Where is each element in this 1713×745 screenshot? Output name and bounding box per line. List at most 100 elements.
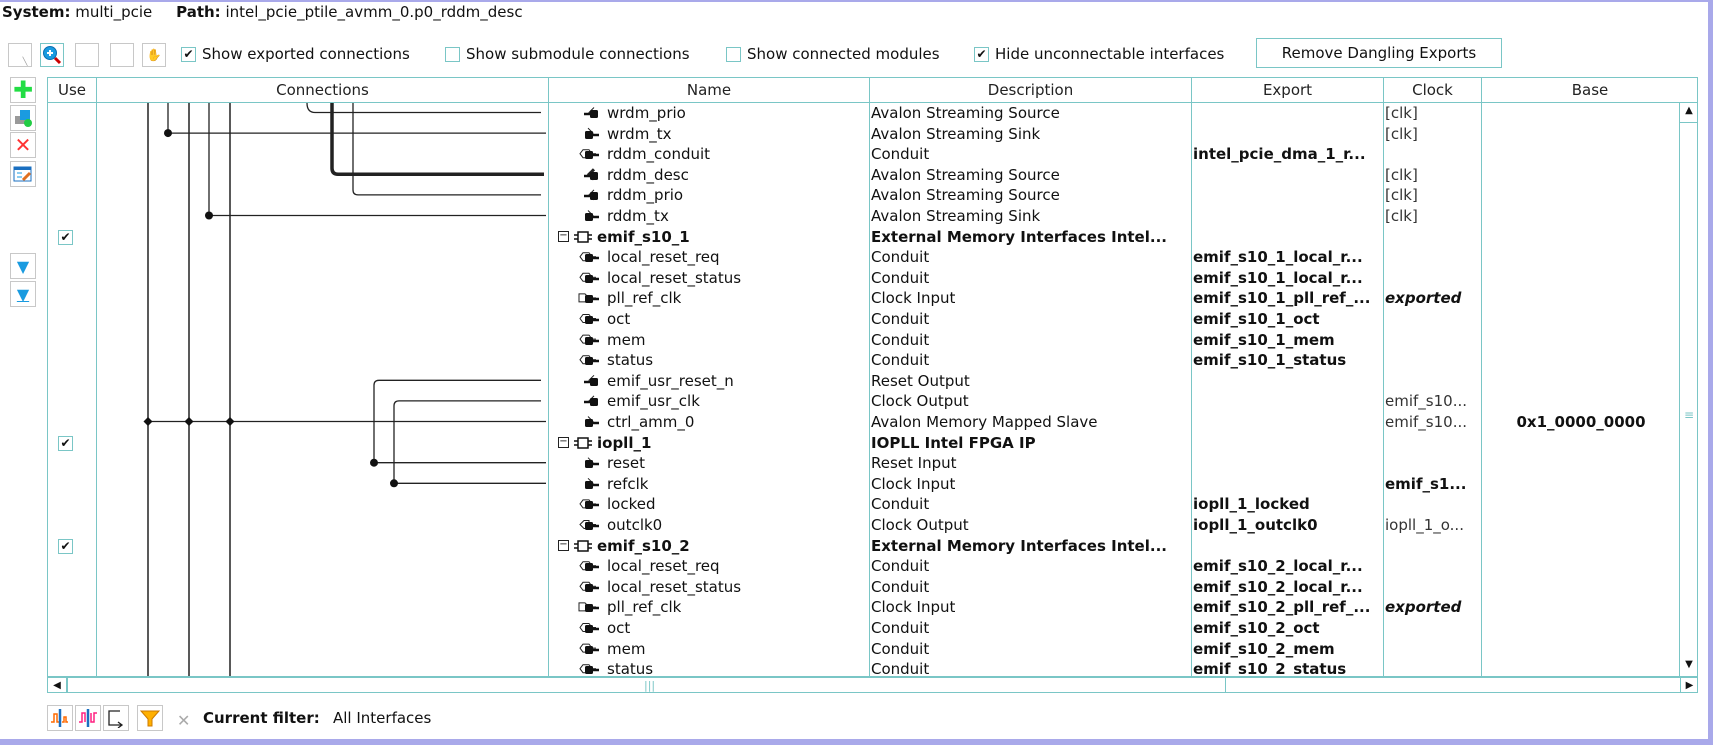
- interface-row[interactable]: local_reset_req Conduit emif_s10_2_local_r…: [48, 556, 1679, 577]
- column-header-base[interactable]: Base: [1482, 78, 1698, 103]
- interface-row[interactable]: mem Conduit emif_s10_1_mem: [48, 330, 1679, 351]
- scroll-thumb-grip[interactable]: ≡: [1680, 408, 1698, 422]
- interface-row[interactable]: locked Conduit iopll_1_locked: [48, 494, 1679, 515]
- clock-value[interactable]: [clk]: [1385, 185, 1481, 205]
- use-checkbox[interactable]: ✔: [58, 538, 73, 554]
- collapse-toggle-icon[interactable]: −: [558, 539, 569, 551]
- scroll-left-arrow[interactable]: ◀: [48, 678, 68, 693]
- clock-value[interactable]: emif_s10...: [1385, 412, 1481, 432]
- hide-unconnectable-interfaces-checkbox[interactable]: ✔ Hide unconnectable interfaces: [974, 45, 1224, 63]
- interface-row[interactable]: status Conduit emif_s10_1_status: [48, 350, 1679, 371]
- clock-value[interactable]: [clk]: [1385, 165, 1481, 185]
- blank-tool-button-2[interactable]: [110, 43, 134, 67]
- column-header-clock[interactable]: Clock: [1384, 78, 1482, 103]
- export-name[interactable]: emif_s10_1_local_r...: [1193, 268, 1363, 288]
- move-down-button[interactable]: ▼: [10, 253, 36, 279]
- interface-row[interactable]: rddm_prio Avalon Streaming Source [clk]: [48, 185, 1679, 206]
- clock-filter-button[interactable]: [47, 705, 73, 731]
- export-name[interactable]: emif_s10_2_pll_ref_...: [1193, 597, 1370, 617]
- export-name[interactable]: emif_s10_2_status: [1193, 659, 1346, 676]
- blank-tool-button-1[interactable]: [75, 43, 99, 67]
- module-row[interactable]: ✔ − emif_s10_2 External Memory Interfaces I…: [48, 536, 1679, 557]
- clock-value[interactable]: exported: [1385, 288, 1481, 308]
- column-header-name[interactable]: Name: [549, 78, 870, 103]
- interface-row[interactable]: oct Conduit emif_s10_1_oct: [48, 309, 1679, 330]
- export-name[interactable]: emif_s10_1_oct: [1193, 309, 1320, 329]
- add-instance-button[interactable]: [10, 105, 36, 131]
- interface-row[interactable]: mem Conduit emif_s10_2_mem: [48, 639, 1679, 660]
- column-header-export[interactable]: Export: [1192, 78, 1384, 103]
- use-checkbox[interactable]: ✔: [58, 435, 73, 451]
- column-header-connections[interactable]: Connections: [97, 78, 549, 103]
- interface-row[interactable]: wrdm_tx Avalon Streaming Sink [clk]: [48, 124, 1679, 145]
- collapse-toggle-icon[interactable]: −: [558, 436, 569, 448]
- interface-description: Clock Output: [871, 392, 969, 411]
- interface-row[interactable]: rddm_tx Avalon Streaming Sink [clk]: [48, 206, 1679, 227]
- scroll-thumb-grip[interactable]: |||: [644, 678, 655, 693]
- collapse-toggle-icon[interactable]: −: [558, 230, 569, 242]
- module-row[interactable]: ✔ − emif_s10_1 External Memory Interfaces I…: [48, 227, 1679, 248]
- interface-row[interactable]: local_reset_status Conduit emif_s10_2_loca…: [48, 577, 1679, 598]
- export-name[interactable]: emif_s10_2_mem: [1193, 639, 1335, 659]
- select-tool-button[interactable]: ╲: [8, 43, 32, 67]
- add-button[interactable]: ✚: [10, 77, 36, 103]
- clock-value[interactable]: exported: [1385, 597, 1481, 617]
- horizontal-scrollbar[interactable]: ◀ ||| ▶: [48, 676, 1698, 693]
- interface-row[interactable]: rddm_desc Avalon Streaming Source [clk]: [48, 165, 1679, 186]
- checkbox-label: Show exported connections: [202, 45, 410, 63]
- interface-row[interactable]: emif_usr_reset_n Reset Output: [48, 371, 1679, 392]
- export-name[interactable]: emif_s10_1_mem: [1193, 330, 1335, 350]
- use-checkbox[interactable]: ✔: [58, 229, 73, 245]
- export-name[interactable]: emif_s10_1_pll_ref_...: [1193, 288, 1370, 308]
- show-connected-modules-checkbox[interactable]: Show connected modules: [726, 45, 940, 63]
- column-header-description[interactable]: Description: [870, 78, 1192, 103]
- filter-button[interactable]: [137, 705, 163, 731]
- clock-value[interactable]: emif_s10...: [1385, 391, 1481, 411]
- base-address[interactable]: 0x1_0000_0000: [1482, 412, 1679, 432]
- scroll-up-arrow[interactable]: ▲: [1680, 105, 1698, 123]
- clear-filter-icon[interactable]: ✕: [177, 711, 190, 730]
- show-submodule-connections-checkbox[interactable]: Show submodule connections: [445, 45, 690, 63]
- remove-button[interactable]: ✕: [10, 132, 36, 158]
- scroll-down-arrow[interactable]: ▼: [1680, 659, 1698, 675]
- interface-row[interactable]: wrdm_prio Avalon Streaming Source [clk]: [48, 103, 1679, 124]
- zoom-tool-button[interactable]: [40, 43, 64, 67]
- interface-row[interactable]: local_reset_status Conduit emif_s10_1_loca…: [48, 268, 1679, 289]
- interface-row[interactable]: reset Reset Input: [48, 453, 1679, 474]
- interface-row[interactable]: status Conduit emif_s10_2_status: [48, 659, 1679, 676]
- edit-button[interactable]: [10, 161, 36, 187]
- clock-value[interactable]: [clk]: [1385, 206, 1481, 226]
- vertical-scrollbar[interactable]: ▲ ≡ ▼: [1679, 103, 1698, 676]
- interface-row[interactable]: pll_ref_clk Clock Input emif_s10_2_pll_ref…: [48, 597, 1679, 618]
- pan-tool-button[interactable]: ✋: [142, 43, 166, 67]
- interface-row[interactable]: pll_ref_clk Clock Input emif_s10_1_pll_ref…: [48, 288, 1679, 309]
- interface-row[interactable]: oct Conduit emif_s10_2_oct: [48, 618, 1679, 639]
- interface-row[interactable]: emif_usr_clk Clock Output emif_s10...: [48, 391, 1679, 412]
- clock-value[interactable]: emif_s1...: [1385, 474, 1481, 494]
- export-name[interactable]: intel_pcie_dma_1_r...: [1193, 144, 1366, 164]
- reset-filter-button[interactable]: [75, 705, 101, 731]
- module-row[interactable]: ✔ − iopll_1 IOPLL Intel FPGA IP: [48, 433, 1679, 454]
- clock-value[interactable]: iopll_1_o...: [1385, 515, 1481, 535]
- show-exported-connections-checkbox[interactable]: ✔ Show exported connections: [181, 45, 410, 63]
- move-bottom-button[interactable]: ▼: [10, 281, 36, 307]
- export-name[interactable]: iopll_1_locked: [1193, 494, 1310, 514]
- interface-row[interactable]: refclk Clock Input emif_s1...: [48, 474, 1679, 495]
- clock-value[interactable]: [clk]: [1385, 103, 1481, 123]
- export-name[interactable]: iopll_1_outclk0: [1193, 515, 1318, 535]
- interface-row[interactable]: local_reset_req Conduit emif_s10_1_local_r…: [48, 247, 1679, 268]
- export-name[interactable]: emif_s10_1_local_r...: [1193, 247, 1363, 267]
- export-name[interactable]: emif_s10_2_local_r...: [1193, 577, 1363, 597]
- export-name[interactable]: emif_s10_2_oct: [1193, 618, 1320, 638]
- interface-row[interactable]: outclk0 Clock Output iopll_1_outclk0 iopll_…: [48, 515, 1679, 536]
- export-name[interactable]: emif_s10_2_local_r...: [1193, 556, 1363, 576]
- column-header-use[interactable]: Use: [48, 78, 97, 103]
- clock-value[interactable]: [clk]: [1385, 124, 1481, 144]
- interface-name: refclk: [607, 474, 649, 493]
- export-name[interactable]: emif_s10_1_status: [1193, 350, 1346, 370]
- interface-row[interactable]: ctrl_amm_0 Avalon Memory Mapped Slave emif…: [48, 412, 1679, 433]
- remove-dangling-exports-button[interactable]: Remove Dangling Exports: [1256, 38, 1502, 68]
- export-filter-button[interactable]: [103, 705, 129, 731]
- interface-row[interactable]: rddm_conduit Conduit intel_pcie_dma_1_r...: [48, 144, 1679, 165]
- scroll-right-arrow[interactable]: ▶: [1680, 678, 1698, 693]
